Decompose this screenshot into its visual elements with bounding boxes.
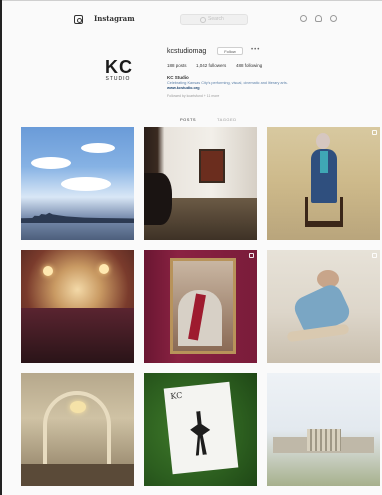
sculpture-vase [144,173,172,225]
portrait-chair [305,197,343,227]
more-options-icon[interactable]: ••• [251,47,260,53]
cloud [31,157,71,169]
crowd [21,308,134,363]
search-input[interactable]: Search [180,14,248,25]
instagram-window: Instagram Search KC STUDIO kcstudiomag F… [0,0,382,495]
multi-photo-icon [372,253,377,258]
following-count[interactable]: 488 following [236,63,262,68]
activity-heart-icon[interactable] [315,15,322,22]
multi-photo-icon [249,253,254,258]
wall-painting [199,149,225,183]
camera-logo-icon[interactable] [74,15,83,24]
magazine-cover: KC [163,381,239,475]
profile-avatar[interactable]: KC STUDIO [105,57,133,82]
avatar-kc-text: KC [105,57,133,77]
light-fixture [43,266,53,276]
post-tile-museum-building[interactable] [267,373,380,486]
bio-text: Celebrating Kansas City's performing, vi… [167,81,288,85]
cloud [61,177,111,191]
window-top-border [2,0,382,1]
tab-posts[interactable]: POSTS [180,117,196,122]
post-tile-seated-portrait[interactable] [267,127,380,240]
avatar-studio-text: STUDIO [105,76,131,82]
profile-username: kcstudiomag [167,48,207,55]
follow-button[interactable]: Follow [217,47,243,55]
post-tile-framed-painting[interactable] [144,250,257,363]
followed-by-text[interactable]: Followed by kcartsfund + 11 more [167,94,219,98]
hall-floor [21,464,134,486]
multi-photo-icon [372,130,377,135]
light-fixture [99,264,109,274]
post-tile-reclining-sculpture[interactable] [267,250,380,363]
cloud [81,143,115,153]
explore-compass-icon[interactable] [300,15,307,22]
post-tile-grand-hall[interactable] [21,373,134,486]
skyline-silhouette [21,212,134,223]
tab-tagged[interactable]: TAGGED [217,117,237,122]
search-placeholder: Search [208,16,224,22]
museum-columns [307,429,341,451]
post-tile-gallery-room[interactable] [144,127,257,240]
followers-count[interactable]: 1,042 followers [196,63,226,68]
search-icon [200,17,206,23]
top-navbar: Instagram Search [2,9,382,33]
profile-header: KC STUDIO kcstudiomag Follow ••• 188 pos… [2,34,382,122]
post-tile-kc-studio-magazine[interactable]: KC [144,373,257,486]
magazine-cover-title: KC [170,390,183,401]
post-tile-event-crowd[interactable] [21,250,134,363]
portrait-head [316,133,330,149]
chandelier [70,401,86,413]
posts-count: 188 posts [167,63,187,68]
bio-name: KC Studio [167,75,189,80]
bio-website-link[interactable]: www.kcstudio.org [167,86,200,90]
post-tile-city-skyline[interactable] [21,127,134,240]
portrait-shirt [320,151,328,173]
cover-figure [188,410,212,456]
instagram-wordmark[interactable]: Instagram [94,14,135,23]
profile-icon[interactable] [330,15,337,22]
